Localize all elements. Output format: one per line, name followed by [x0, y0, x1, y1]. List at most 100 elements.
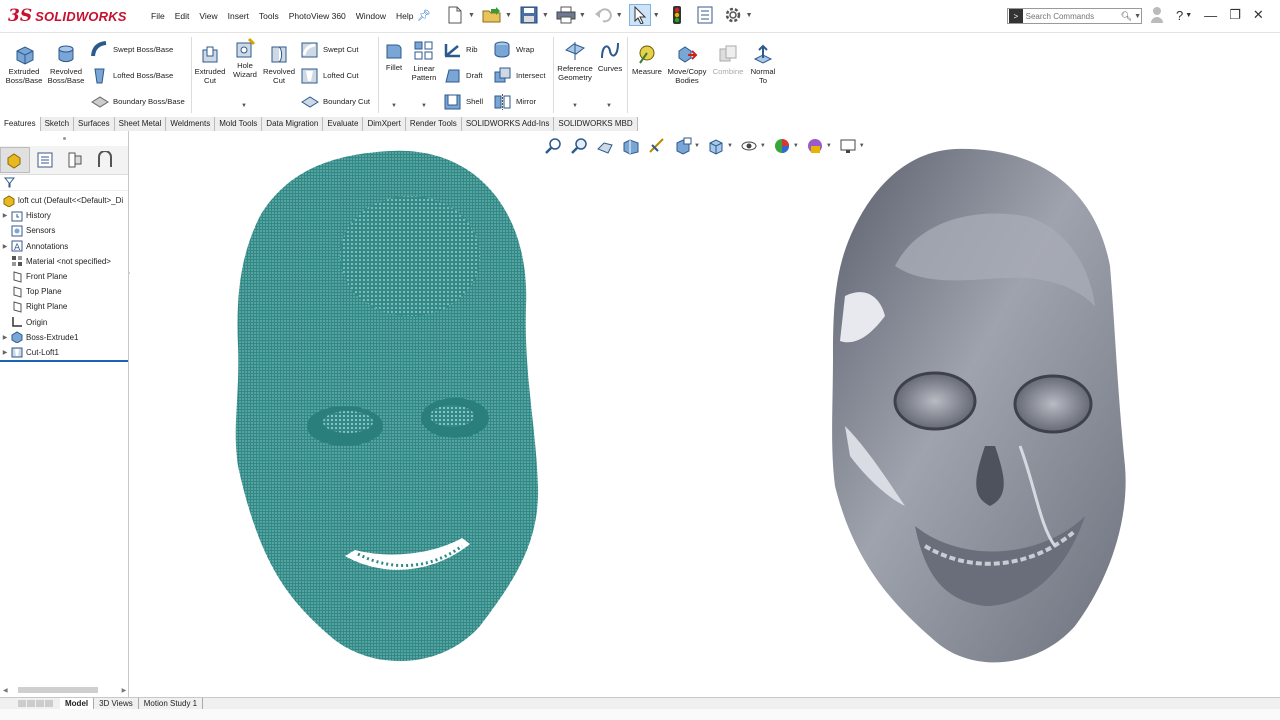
new-document-icon[interactable]: [444, 4, 466, 26]
tree-item-front-plane[interactable]: Front Plane: [0, 269, 128, 284]
tree-item-material[interactable]: Material <not specified>: [0, 254, 128, 269]
edit-appearance-icon[interactable]: [772, 136, 792, 156]
view-orientation-icon[interactable]: [673, 136, 693, 156]
solidworks-logo[interactable]: 3S SOLIDWORKS: [8, 6, 127, 26]
chevron-down-icon[interactable]: ▼: [606, 103, 612, 109]
tree-item-sensors[interactable]: Sensors: [0, 223, 128, 238]
rib-button[interactable]: Rib: [443, 40, 478, 59]
menu-insert[interactable]: Insert: [223, 11, 254, 21]
tree-item-history[interactable]: ▶ History: [0, 208, 128, 223]
prev-tab-icon[interactable]: [27, 700, 35, 707]
section-view-icon[interactable]: [621, 136, 641, 156]
feature-manager-tab-icon[interactable]: [0, 147, 30, 173]
draft-button[interactable]: Draft: [443, 66, 483, 85]
tab-motion-study-1[interactable]: Motion Study 1: [139, 698, 204, 709]
pane-grip[interactable]: [0, 131, 128, 146]
apply-scene-icon[interactable]: [805, 136, 825, 156]
extruded-cut-button[interactable]: Extruded Cut: [193, 43, 227, 85]
last-tab-icon[interactable]: [45, 700, 53, 707]
search-input[interactable]: [1025, 11, 1121, 21]
measure-button[interactable]: Measure: [630, 43, 664, 76]
chevron-down-icon[interactable]: ▼: [468, 12, 475, 19]
configuration-manager-tab-icon[interactable]: [60, 147, 90, 173]
minimize-icon[interactable]: —: [1204, 8, 1217, 23]
tree-item-annotations[interactable]: ▶ A Annotations: [0, 239, 128, 254]
revolved-cut-button[interactable]: Revolved Cut: [262, 43, 296, 85]
tree-item-cut-loft1[interactable]: ▶ Cut-Loft1: [0, 345, 128, 360]
chevron-down-icon[interactable]: ▼: [241, 103, 247, 109]
chevron-down-icon[interactable]: ▼: [727, 143, 733, 149]
restore-icon[interactable]: ❐: [1229, 7, 1241, 23]
pin-icon[interactable]: 📌︎: [417, 9, 431, 22]
scroll-thumb[interactable]: [17, 687, 98, 693]
curves-button[interactable]: Curves: [597, 40, 623, 73]
chevron-down-icon[interactable]: ▼: [760, 143, 766, 149]
search-icon[interactable]: 🔍︎: [1121, 11, 1132, 22]
tab-model[interactable]: Model: [60, 698, 95, 709]
chevron-down-icon[interactable]: ▼: [746, 12, 753, 19]
tab-surfaces[interactable]: Surfaces: [74, 117, 115, 131]
search-commands-box[interactable]: > 🔍︎ ▼: [1007, 8, 1142, 24]
dimxpert-manager-tab-icon[interactable]: [90, 147, 120, 173]
point-cloud-skull[interactable]: [230, 146, 560, 686]
hole-wizard-button[interactable]: Hole Wizard: [230, 37, 260, 79]
next-tab-icon[interactable]: [36, 700, 44, 707]
open-folder-icon[interactable]: [481, 4, 503, 26]
tab-sketch[interactable]: Sketch: [41, 117, 75, 131]
menu-help[interactable]: Help: [391, 11, 418, 21]
tab-sheet-metal[interactable]: Sheet Metal: [115, 117, 167, 131]
tab-solidworks-mbd[interactable]: SOLIDWORKS MBD: [554, 117, 638, 131]
first-tab-icon[interactable]: [18, 700, 26, 707]
menu-edit[interactable]: Edit: [170, 11, 195, 21]
tree-horizontal-scrollbar[interactable]: ◀ ▶: [0, 685, 128, 695]
fillet-button[interactable]: Fillet: [382, 41, 406, 72]
chevron-down-icon[interactable]: ▼: [1134, 13, 1141, 20]
normal-to-button[interactable]: Normal To: [748, 43, 778, 85]
mirror-button[interactable]: Mirror: [493, 92, 536, 111]
menu-tools[interactable]: Tools: [254, 11, 284, 21]
combine-button[interactable]: Combine: [710, 43, 746, 76]
save-icon[interactable]: [518, 4, 540, 26]
menu-file[interactable]: File: [146, 11, 170, 21]
extruded-boss-button[interactable]: Extruded Boss/Base: [6, 43, 42, 85]
shaded-mesh-skull[interactable]: [825, 146, 1145, 686]
rollback-bar[interactable]: [0, 360, 128, 362]
swept-cut-button[interactable]: Swept Cut: [300, 40, 358, 59]
tree-item-top-plane[interactable]: Top Plane: [0, 284, 128, 299]
tab-features[interactable]: Features: [0, 117, 41, 131]
chevron-down-icon[interactable]: ▼: [653, 12, 660, 19]
wrap-button[interactable]: Wrap: [493, 40, 534, 59]
graphics-area[interactable]: ▼ ▼ ▼ ▼ ▼ ▼: [130, 131, 1280, 697]
boundary-cut-button[interactable]: Boundary Cut: [300, 92, 370, 111]
tab-render-tools[interactable]: Render Tools: [406, 117, 462, 131]
menu-photoview[interactable]: PhotoView 360: [284, 11, 351, 21]
select-cursor-icon[interactable]: [628, 4, 651, 26]
property-manager-tab-icon[interactable]: [30, 147, 60, 173]
options-gear-icon[interactable]: [722, 4, 744, 26]
filter-icon[interactable]: [4, 177, 15, 188]
close-icon[interactable]: ✕: [1253, 7, 1264, 23]
hide-show-items-icon[interactable]: [739, 136, 759, 156]
tree-item-origin[interactable]: Origin: [0, 315, 128, 330]
tab-3d-views[interactable]: 3D Views: [94, 698, 139, 709]
previous-view-icon[interactable]: [595, 136, 615, 156]
tree-item-boss-extrude1[interactable]: ▶ Boss-Extrude1: [0, 330, 128, 345]
file-properties-icon[interactable]: [694, 4, 716, 26]
print-icon[interactable]: [555, 4, 577, 26]
intersect-button[interactable]: Intersect: [493, 66, 545, 85]
chevron-down-icon[interactable]: ▼: [505, 12, 512, 19]
tab-weldments[interactable]: Weldments: [166, 117, 216, 131]
revolved-boss-button[interactable]: Revolved Boss/Base: [46, 43, 86, 85]
expand-arrow-icon[interactable]: ▶: [0, 334, 10, 341]
chevron-down-icon[interactable]: ▼: [542, 12, 549, 19]
scroll-left-icon[interactable]: ◀: [3, 687, 8, 694]
lofted-cut-button[interactable]: Lofted Cut: [300, 66, 358, 85]
chevron-down-icon[interactable]: ▼: [391, 103, 397, 109]
undo-icon[interactable]: [592, 4, 614, 26]
chevron-down-icon[interactable]: ▼: [793, 143, 799, 149]
menu-view[interactable]: View: [194, 11, 222, 21]
tab-solidworks-add-ins[interactable]: SOLIDWORKS Add-Ins: [462, 117, 555, 131]
tab-data-migration[interactable]: Data Migration: [262, 117, 324, 131]
rebuild-traffic-light-icon[interactable]: [666, 4, 688, 26]
boundary-boss-button[interactable]: Boundary Boss/Base: [90, 92, 185, 111]
